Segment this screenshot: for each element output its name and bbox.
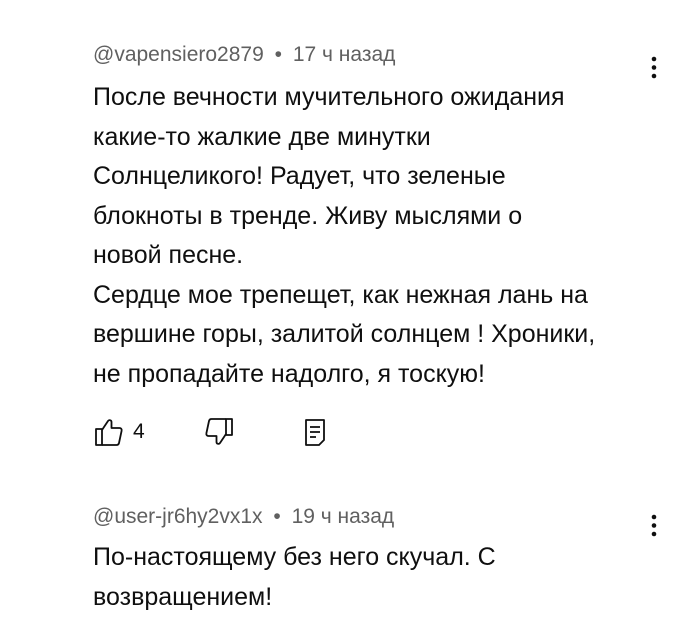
comment-meta: @user-jr6hy2vx1x • 19 ч назад [93,503,653,531]
more-vertical-icon [651,56,657,79]
meta-separator: • [273,505,281,528]
comment-meta: @vapensiero2879 • 17 ч назад [93,41,653,69]
meta-separator: • [274,43,282,66]
like-count: 4 [133,420,145,443]
reply-comment-icon [305,419,325,446]
comment-time[interactable]: 19 ч назад [292,505,395,528]
comment-item: @user-jr6hy2vx1x • 19 ч назад По-настоящ… [93,503,653,617]
comment-actions: 4 [93,414,393,450]
comment-more-button[interactable] [642,50,666,86]
reply-button[interactable] [301,414,329,450]
thumb-down-icon [205,418,233,445]
dislike-button[interactable] [203,414,235,450]
more-vertical-icon [651,514,657,537]
thumb-up-icon [95,419,123,446]
comment-item: @vapensiero2879 • 17 ч назад После вечно… [93,41,653,394]
comment-text: По-настоящему без него скучал. С возвращ… [93,543,496,611]
comment-time[interactable]: 17 ч назад [293,43,396,66]
comment-author[interactable]: @vapensiero2879 [93,43,264,66]
comment-more-button[interactable] [642,508,666,544]
comment-author[interactable]: @user-jr6hy2vx1x [93,505,263,528]
comment-text: После вечности мучительного ожидания как… [93,83,596,388]
like-button[interactable]: 4 [93,414,145,450]
